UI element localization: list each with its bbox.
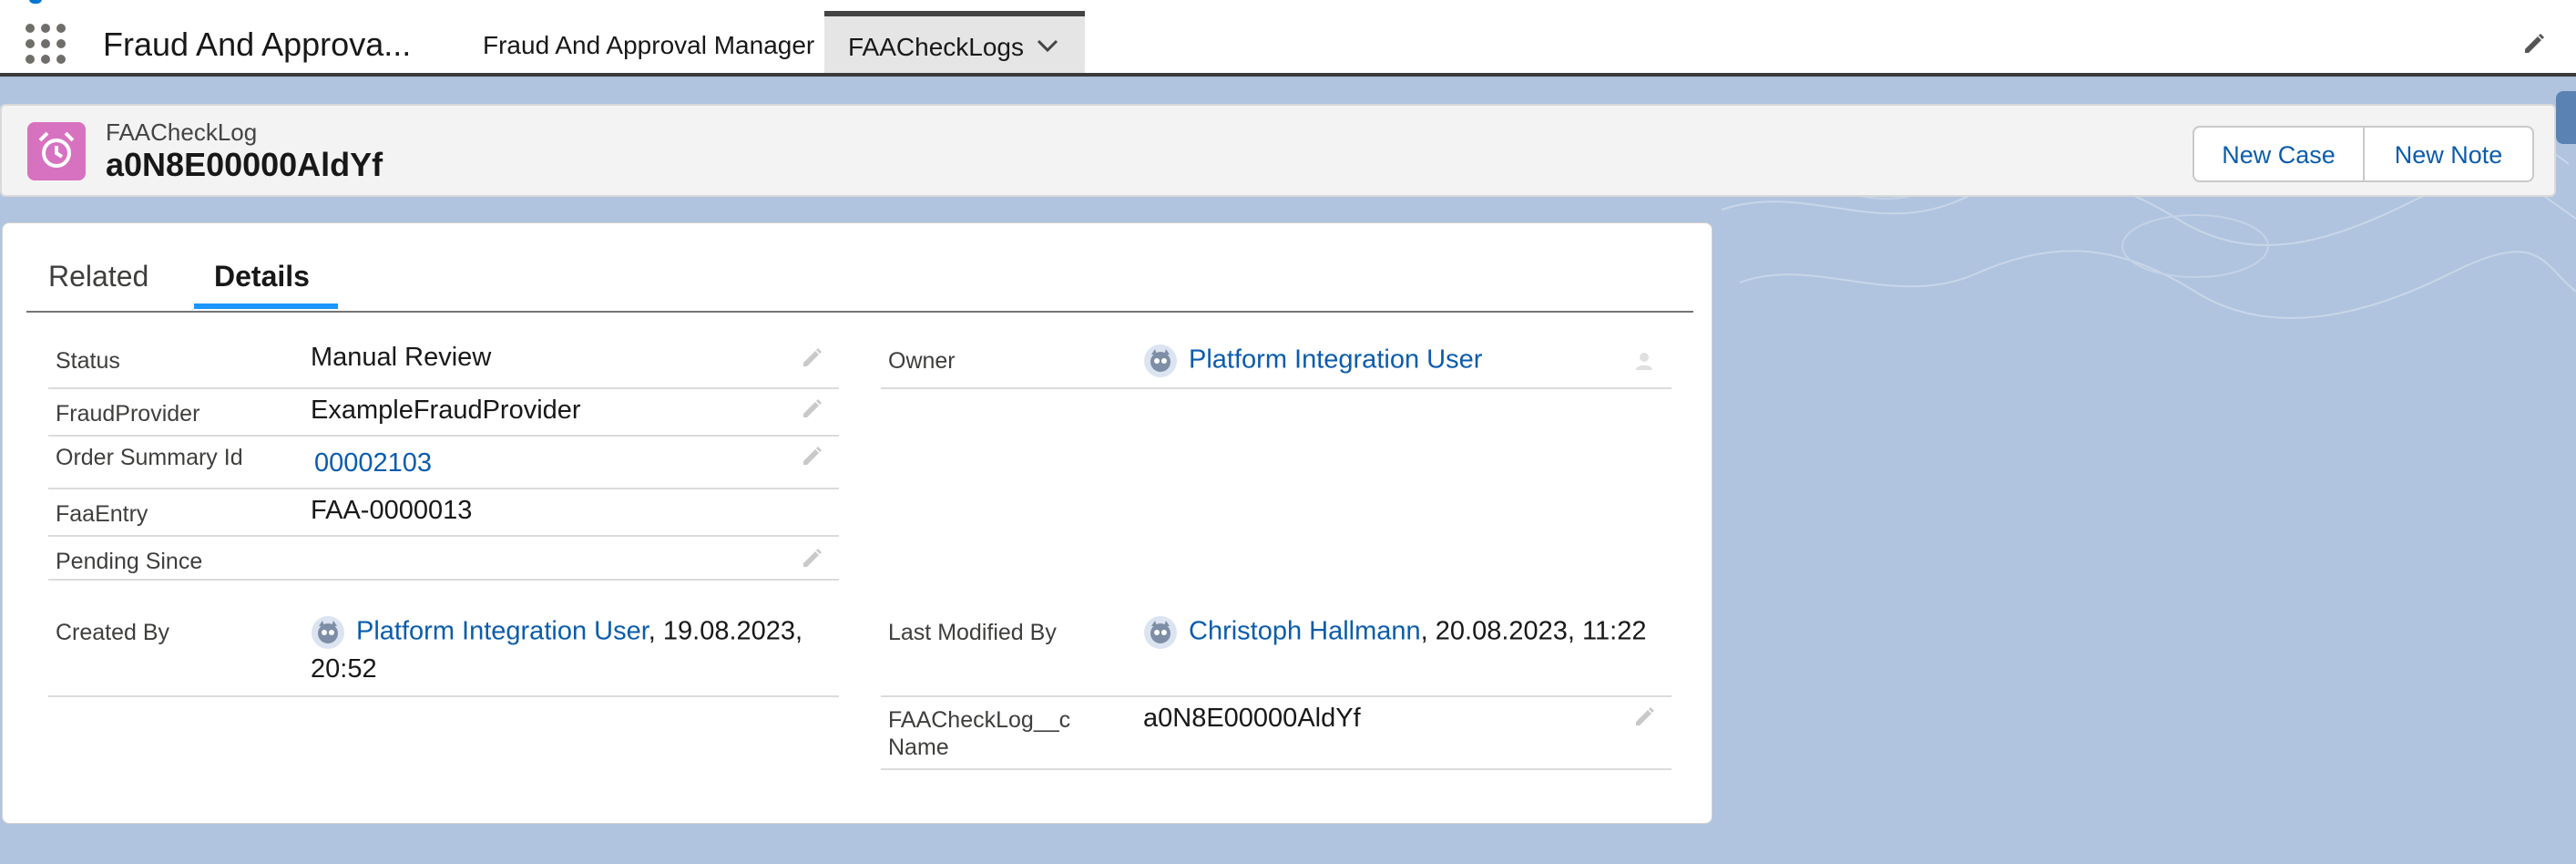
created-date: , 19.08.2023, [648, 616, 803, 646]
field-label: FAACheckLog__c [888, 707, 1071, 733]
field-label: Order Summary Id [56, 445, 243, 470]
field-record-name: FAACheckLog__c Name a0N8E00000AldYf [881, 697, 1671, 770]
pencil-icon[interactable] [801, 546, 824, 570]
details-card: Related Details Status Manual Review Fra… [2, 222, 1712, 824]
tab-details[interactable]: Details [214, 260, 310, 293]
new-note-button[interactable]: New Note [2365, 126, 2534, 182]
pencil-icon[interactable] [801, 396, 824, 420]
record-highlights: FAACheckLog a0N8E00000AldYf New Case New… [0, 104, 2556, 197]
top-indicator [29, 0, 42, 4]
pencil-icon[interactable] [1633, 705, 1657, 728]
field-value: Manual Review [311, 343, 492, 372]
field-label: FaaEntry [56, 501, 148, 527]
user-avatar-icon [1144, 616, 1177, 649]
app-name: Fraud And Approva... [103, 26, 412, 63]
tab-related[interactable]: Related [48, 260, 148, 293]
change-owner-icon[interactable] [1633, 349, 1657, 373]
active-tab-indicator [194, 303, 338, 309]
field-label: Created By [56, 620, 170, 645]
nav-tab-faachecklogs[interactable]: FAACheckLogs [824, 11, 1085, 73]
user-avatar-icon [312, 616, 344, 649]
nav-tab-label: FAACheckLogs [848, 33, 1024, 61]
field-pending-since: Pending Since [48, 537, 839, 581]
field-faa-entry: FaaEntry FAA-0000013 [48, 489, 839, 537]
field-value: FAA-0000013 [311, 496, 473, 525]
field-label: Last Modified By [888, 620, 1057, 645]
field-label-line2: Name [888, 735, 949, 760]
field-owner: Owner Platform Integration User [881, 336, 1671, 389]
last-modified-user-link[interactable]: Christoph Hallmann [1189, 617, 1421, 646]
record-actions: New Case New Note [2193, 126, 2534, 182]
field-value: Platform Integration User [1143, 344, 1482, 378]
field-status: Status Manual Review [48, 336, 839, 389]
global-header: Fraud And Approva... Fraud And Approval … [0, 0, 2576, 77]
field-label: Pending Since [56, 549, 203, 574]
field-value: Platform Integration User, 19.08.2023, [311, 615, 802, 650]
field-value: a0N8E00000AldYf [1143, 704, 1361, 733]
record-tabs: Related Details [26, 223, 1693, 313]
field-last-modified-by: Last Modified By Christoph Hallmann, 20.… [881, 610, 1671, 697]
field-label: FraudProvider [56, 401, 200, 427]
field-created-by: Created By Platform Integration User, 19… [48, 610, 839, 697]
object-type-label: FAACheckLog [106, 118, 258, 146]
field-label: Status [56, 348, 120, 374]
field-value: ExampleFraudProvider [311, 396, 581, 425]
user-avatar-icon [1144, 345, 1177, 377]
created-time: 20:52 [311, 654, 377, 684]
chevron-down-icon[interactable] [1036, 36, 1059, 55]
alarm-clock-icon [38, 131, 75, 168]
new-case-button[interactable]: New Case [2193, 126, 2365, 182]
last-modified-date: , 20.08.2023, 11:22 [1420, 616, 1647, 646]
created-by-user-link[interactable]: Platform Integration User [356, 617, 649, 646]
field-order-summary-id: Order Summary Id 00002103 [48, 437, 839, 489]
pencil-icon[interactable] [801, 345, 824, 369]
field-fraud-provider: FraudProvider ExampleFraudProvider [48, 389, 839, 437]
app-launcher-icon[interactable] [26, 24, 66, 64]
pencil-icon[interactable] [2521, 31, 2547, 57]
field-value: Christoph Hallmann, 20.08.2023, 11:22 [1143, 615, 1646, 650]
pencil-icon[interactable] [801, 444, 824, 468]
field-label: Owner [888, 348, 956, 374]
record-title: a0N8E00000AldYf [106, 146, 383, 183]
record-object-icon [27, 122, 86, 180]
order-summary-link[interactable]: 00002103 [314, 447, 432, 478]
owner-user-link[interactable]: Platform Integration User [1189, 345, 1482, 375]
side-panel-toggle[interactable] [2556, 91, 2576, 144]
nav-item-fraud-approval-manager[interactable]: Fraud And Approval Manager [483, 13, 814, 73]
